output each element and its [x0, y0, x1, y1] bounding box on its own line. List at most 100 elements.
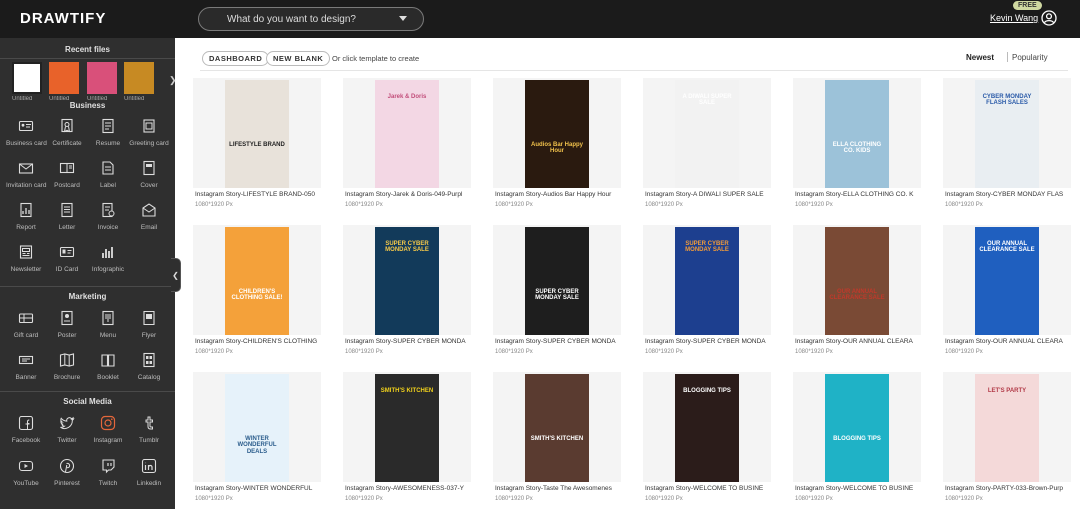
- category-business-card[interactable]: Business card: [6, 118, 47, 147]
- category-tumblr[interactable]: Tumblr: [129, 415, 169, 444]
- category-booklet[interactable]: Booklet: [88, 352, 128, 381]
- category-invitation-card[interactable]: Invitation card: [6, 160, 46, 189]
- template-card[interactable]: BLOGGING TIPS Instagram Story-WELCOME TO …: [793, 372, 921, 502]
- template-card[interactable]: OUR ANNUAL CLEARANCE SALE Instagram Story…: [943, 225, 1071, 355]
- category-newsletter[interactable]: Newsletter: [6, 244, 46, 273]
- category-facebook[interactable]: Facebook: [6, 415, 46, 444]
- template-preview-frame: CYBER MONDAY FLASH SALES: [943, 78, 1071, 188]
- template-thumbnail[interactable]: SUPER CYBER MONDAY SALE: [525, 227, 589, 335]
- recent-file-preview: [87, 62, 117, 94]
- category-linkedin[interactable]: Linkedin: [129, 458, 169, 487]
- template-card[interactable]: SUPER CYBER MONDAY SALE Instagram Story-S…: [493, 225, 621, 355]
- label-icon: [102, 161, 114, 175]
- template-thumbnail[interactable]: BLOGGING TIPS: [675, 374, 739, 482]
- category-postcard[interactable]: Postcard: [47, 160, 87, 189]
- template-title: Instagram Story-AWESOMENESS-037-Y: [345, 485, 464, 492]
- recent-file-thumbnail[interactable]: Untitled: [87, 62, 117, 102]
- template-size: 1080*1920 Px: [795, 496, 833, 502]
- category-instagram[interactable]: Instagram: [88, 415, 128, 444]
- category-gift-card[interactable]: Gift card: [6, 310, 46, 339]
- brochure-icon: [59, 353, 75, 367]
- chevron-down-icon[interactable]: [399, 16, 407, 21]
- template-thumbnail[interactable]: ELLA CLOTHING CO. KIDS: [825, 80, 889, 188]
- template-preview-frame: CHILDREN'S CLOTHING SALE!: [193, 225, 321, 335]
- user-name-link[interactable]: Kevin Wang: [990, 13, 1038, 23]
- category-poster[interactable]: Poster: [47, 310, 87, 339]
- template-preview-frame: A DIWALI SUPER SALE: [643, 78, 771, 188]
- category-youtube[interactable]: YouTube: [6, 458, 46, 487]
- template-card[interactable]: ELLA CLOTHING CO. KIDS Instagram Story-EL…: [793, 78, 921, 208]
- category-pinterest[interactable]: Pinterest: [47, 458, 87, 487]
- category-report[interactable]: Report: [6, 202, 46, 231]
- recent-file-thumbnail[interactable]: Untitled: [12, 62, 42, 102]
- template-card[interactable]: CHILDREN'S CLOTHING SALE! Instagram Story…: [193, 225, 321, 355]
- template-card[interactable]: A DIWALI SUPER SALE Instagram Story-A DIW…: [643, 78, 771, 208]
- category-greeting-card[interactable]: Greeting card: [129, 118, 169, 147]
- new-blank-button[interactable]: NEW BLANK: [266, 51, 331, 66]
- dashboard-button[interactable]: DASHBOARD: [202, 51, 270, 66]
- category-menu[interactable]: Menu: [88, 310, 128, 339]
- category-cover[interactable]: Cover: [129, 160, 169, 189]
- template-card[interactable]: LIFESTYLE BRAND Instagram Story-LIFESTYLE…: [193, 78, 321, 208]
- template-title: Instagram Story-Jarek & Doris-049-Purpl: [345, 191, 463, 198]
- template-preview-frame: WINTER WONDERFUL DEALS: [193, 372, 321, 482]
- category-invoice[interactable]: Invoice: [88, 202, 128, 231]
- category-resume[interactable]: Resume: [88, 118, 128, 147]
- template-card[interactable]: WINTER WONDERFUL DEALS Instagram Story-WI…: [193, 372, 321, 502]
- recent-file-thumbnail[interactable]: Untitled: [49, 62, 79, 102]
- template-thumbnail[interactable]: SUPER CYBER MONDAY SALE: [375, 227, 439, 335]
- search-box[interactable]: [198, 7, 424, 31]
- template-headline: SMITH'S KITCHEN: [530, 436, 584, 442]
- template-card[interactable]: BLOGGING TIPS Instagram Story-WELCOME TO …: [643, 372, 771, 502]
- category-infographic[interactable]: Infographic: [88, 244, 128, 273]
- template-thumbnail[interactable]: WINTER WONDERFUL DEALS: [225, 374, 289, 482]
- category-id-card[interactable]: ID Card: [47, 244, 87, 273]
- category-catalog[interactable]: Catalog: [129, 352, 169, 381]
- sort-newest[interactable]: Newest: [966, 53, 994, 62]
- template-card[interactable]: Jarek & Doris Instagram Story-Jarek & Dor…: [343, 78, 471, 208]
- template-card[interactable]: SUPER CYBER MONDAY SALE Instagram Story-S…: [343, 225, 471, 355]
- template-card[interactable]: CYBER MONDAY FLASH SALES Instagram Story-…: [943, 78, 1071, 208]
- template-headline: BLOGGING TIPS: [833, 436, 881, 442]
- template-size: 1080*1920 Px: [945, 202, 983, 208]
- category-certificate[interactable]: Certificate: [47, 118, 87, 147]
- category-twitter[interactable]: Twitter: [47, 415, 87, 444]
- category-email[interactable]: Email: [129, 202, 169, 231]
- category-twitch[interactable]: Twitch: [88, 458, 128, 487]
- template-thumbnail[interactable]: OUR ANNUAL CLEARANCE SALE: [975, 227, 1039, 335]
- search-input[interactable]: [227, 11, 387, 27]
- category-banner[interactable]: Banner: [6, 352, 46, 381]
- template-thumbnail[interactable]: A DIWALI SUPER SALE: [675, 80, 739, 188]
- category-letter[interactable]: Letter: [47, 202, 87, 231]
- template-title: Instagram Story-CHILDREN'S CLOTHING: [195, 338, 318, 345]
- template-card[interactable]: SUPER CYBER MONDAY SALE Instagram Story-S…: [643, 225, 771, 355]
- user-account-icon[interactable]: [1041, 10, 1057, 26]
- logo[interactable]: DRAWTIFY: [20, 10, 106, 27]
- template-thumbnail[interactable]: Jarek & Doris: [375, 80, 439, 188]
- template-card[interactable]: SMITH'S KITCHEN Instagram Story-Taste The…: [493, 372, 621, 502]
- template-thumbnail[interactable]: BLOGGING TIPS: [825, 374, 889, 482]
- section-title-business: Business: [69, 101, 106, 110]
- template-thumbnail[interactable]: CHILDREN'S CLOTHING SALE!: [225, 227, 289, 335]
- category-brochure[interactable]: Brochure: [47, 352, 87, 381]
- template-thumbnail[interactable]: SMITH'S KITCHEN: [525, 374, 589, 482]
- template-thumbnail[interactable]: OUR ANNUAL CLEARANCE SALE: [825, 227, 889, 335]
- template-thumbnail[interactable]: CYBER MONDAY FLASH SALES: [975, 80, 1039, 188]
- template-thumbnail[interactable]: LET'S PARTY: [975, 374, 1039, 482]
- category-flyer[interactable]: Flyer: [129, 310, 169, 339]
- menu-icon: [102, 310, 114, 326]
- template-thumbnail[interactable]: Audios Bar Happy Hour: [525, 80, 589, 188]
- template-card[interactable]: Audios Bar Happy Hour Instagram Story-Aud…: [493, 78, 621, 208]
- category-label[interactable]: Label: [88, 160, 128, 189]
- template-thumbnail[interactable]: LIFESTYLE BRAND: [225, 80, 289, 188]
- recent-file-thumbnail[interactable]: Untitled: [124, 62, 154, 102]
- template-card[interactable]: OUR ANNUAL CLEARANCE SALE Instagram Story…: [793, 225, 921, 355]
- template-card[interactable]: SMITH'S KITCHEN Instagram Story-AWESOMENE…: [343, 372, 471, 502]
- template-card[interactable]: LET'S PARTY Instagram Story-PARTY-033-Bro…: [943, 372, 1071, 502]
- pinterest-icon: [59, 458, 75, 474]
- template-thumbnail[interactable]: SMITH'S KITCHEN: [375, 374, 439, 482]
- template-size: 1080*1920 Px: [495, 496, 533, 502]
- template-thumbnail[interactable]: SUPER CYBER MONDAY SALE: [675, 227, 739, 335]
- template-title: Instagram Story-WINTER WONDERFUL: [195, 485, 313, 492]
- sort-popularity[interactable]: Popularity: [1012, 53, 1048, 62]
